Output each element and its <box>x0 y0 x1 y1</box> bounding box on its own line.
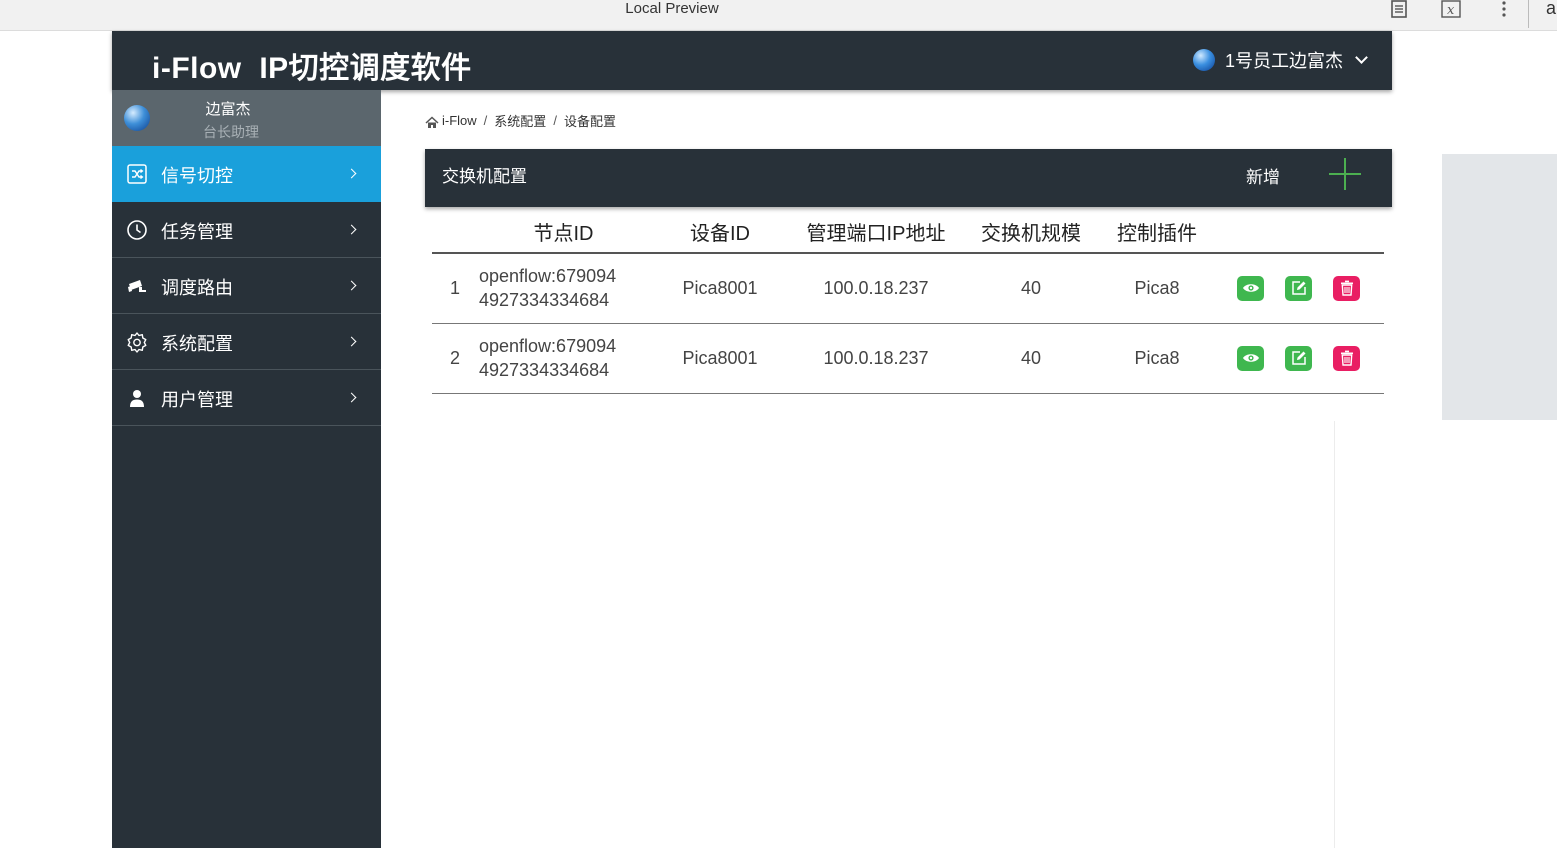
chevron-right-icon <box>346 168 357 179</box>
column-header-plugin: 控制插件 <box>1101 213 1213 254</box>
user-menu[interactable]: 1号员工边富杰 <box>1192 47 1368 73</box>
delete-button[interactable] <box>1333 345 1360 371</box>
sidebar-item-user-management[interactable]: 用户管理 <box>112 370 381 426</box>
breadcrumb-separator: / <box>553 113 557 128</box>
switch-scale-cell: 40 <box>961 323 1101 394</box>
eye-icon <box>1242 354 1259 362</box>
column-header-mgmt-ip: 管理端口IP地址 <box>791 213 961 254</box>
column-header-actions <box>1213 213 1384 254</box>
profile-name: 边富杰 <box>205 101 251 118</box>
breadcrumb: i-Flow / 系统配置 / 设备配置 <box>425 111 616 130</box>
sidebar-item-label: 调度路由 <box>161 278 233 298</box>
chevron-right-icon <box>346 280 357 291</box>
right-panel-background <box>1442 154 1557 420</box>
app-header: i-Flow IP切控调度软件 1号员工边富杰 <box>112 31 1392 90</box>
breadcrumb-separator: / <box>483 113 488 128</box>
mgmt-ip-cell: 100.0.18.237 <box>791 253 961 324</box>
switch-table: 节点ID 设备ID 管理端口IP地址 交换机规模 控制插件 1 openflow… <box>432 213 1384 394</box>
delete-button[interactable] <box>1333 275 1360 301</box>
chevron-down-icon <box>1355 51 1368 64</box>
sidebar-item-routing[interactable]: 调度路由 <box>112 258 381 314</box>
device-id-cell: Pica8001 <box>649 253 791 324</box>
switch-scale-cell: 40 <box>961 253 1101 324</box>
breadcrumb-home[interactable]: i-Flow <box>442 113 477 128</box>
column-header <box>432 213 478 254</box>
edit-icon <box>1291 351 1306 365</box>
column-header-switch-scale: 交换机规模 <box>961 213 1101 254</box>
view-button[interactable] <box>1237 345 1264 371</box>
camera-icon <box>128 280 146 292</box>
edit-icon <box>1291 281 1306 295</box>
breadcrumb-system-config[interactable]: 系统配置 <box>494 111 546 130</box>
user-icon <box>130 390 144 407</box>
chevron-right-icon <box>346 392 357 403</box>
device-id-cell: Pica8001 <box>649 323 791 394</box>
browser-title: Local Preview <box>625 0 719 17</box>
table-row: 2 openflow:679094 4927334334684 Pica8001… <box>432 323 1384 394</box>
sidebar-item-task-management[interactable]: 任务管理 <box>112 202 381 258</box>
sidebar-item-label: 用户管理 <box>161 390 233 410</box>
chevron-right-icon <box>346 224 357 235</box>
right-divider <box>1334 421 1335 848</box>
node-id-line: openflow:679094 <box>479 336 617 356</box>
table-header-row: 节点ID 设备ID 管理端口IP地址 交换机规模 控制插件 <box>432 213 1384 254</box>
sidebar-item-label: 任务管理 <box>161 222 233 242</box>
user-logo-icon <box>1192 49 1215 71</box>
shuffle-icon <box>127 164 147 184</box>
browser-toolbar: Local Preview x a <box>0 0 1557 31</box>
formula-icon[interactable]: x <box>1440 0 1462 20</box>
trash-icon <box>1340 350 1353 366</box>
gear-icon <box>127 332 147 353</box>
toolbar-divider <box>1528 0 1529 28</box>
view-button[interactable] <box>1237 275 1264 301</box>
chevron-right-icon <box>346 336 357 347</box>
user-name: 1号员工边富杰 <box>1224 51 1343 71</box>
edit-button[interactable] <box>1285 275 1312 301</box>
mgmt-ip-cell: 100.0.18.237 <box>791 323 961 394</box>
node-id-cell: openflow:679094 4927334334684 <box>478 253 649 324</box>
sidebar-item-signal-control[interactable]: 信号切控 <box>112 146 381 202</box>
sidebar-profile: 边富杰 台长助理 <box>112 90 381 146</box>
plugin-cell: Pica8 <box>1101 323 1213 394</box>
node-id-cell: openflow:679094 4927334334684 <box>478 323 649 394</box>
sidebar: 边富杰 台长助理 信号切控 任务管理 调度路由 系统配置 用户管理 <box>112 90 381 848</box>
browser-edge-letter: a <box>1546 0 1557 18</box>
sidebar-item-label: 系统配置 <box>161 334 233 354</box>
add-label[interactable]: 新增 <box>1246 163 1280 188</box>
actions-cell <box>1213 253 1384 324</box>
card-title: 交换机配置 <box>442 167 527 186</box>
node-id-line: openflow:679094 <box>479 266 617 287</box>
more-icon[interactable] <box>1493 0 1515 20</box>
node-id-line: 4927334334684 <box>479 360 610 380</box>
breadcrumb-device-config: 设备配置 <box>563 114 616 129</box>
sidebar-item-system-config[interactable]: 系统配置 <box>112 314 381 370</box>
reader-icon[interactable] <box>1388 0 1410 20</box>
sidebar-item-label: 信号切控 <box>161 166 233 186</box>
trash-icon <box>1340 280 1353 296</box>
svg-text:x: x <box>1447 3 1455 18</box>
plugin-cell: Pica8 <box>1101 253 1213 324</box>
column-header-node-id: 节点ID <box>478 213 649 254</box>
edit-button[interactable] <box>1285 345 1312 371</box>
row-index: 1 <box>432 253 478 324</box>
plus-icon[interactable] <box>1328 157 1362 191</box>
eye-icon <box>1242 284 1259 292</box>
home-icon[interactable] <box>425 115 439 129</box>
actions-cell <box>1213 323 1384 394</box>
column-header-device-id: 设备ID <box>649 213 791 254</box>
row-index: 2 <box>432 323 478 394</box>
clock-icon <box>127 220 147 240</box>
switch-config-header: 交换机配置 新增 <box>425 149 1392 207</box>
app-title: i-Flow IP切控调度软件 <box>152 52 472 85</box>
table-row: 1 openflow:679094 4927334334684 Pica8001… <box>432 253 1384 324</box>
profile-role: 台长助理 <box>203 124 259 140</box>
node-id-line: 4927334334684 <box>479 290 610 311</box>
